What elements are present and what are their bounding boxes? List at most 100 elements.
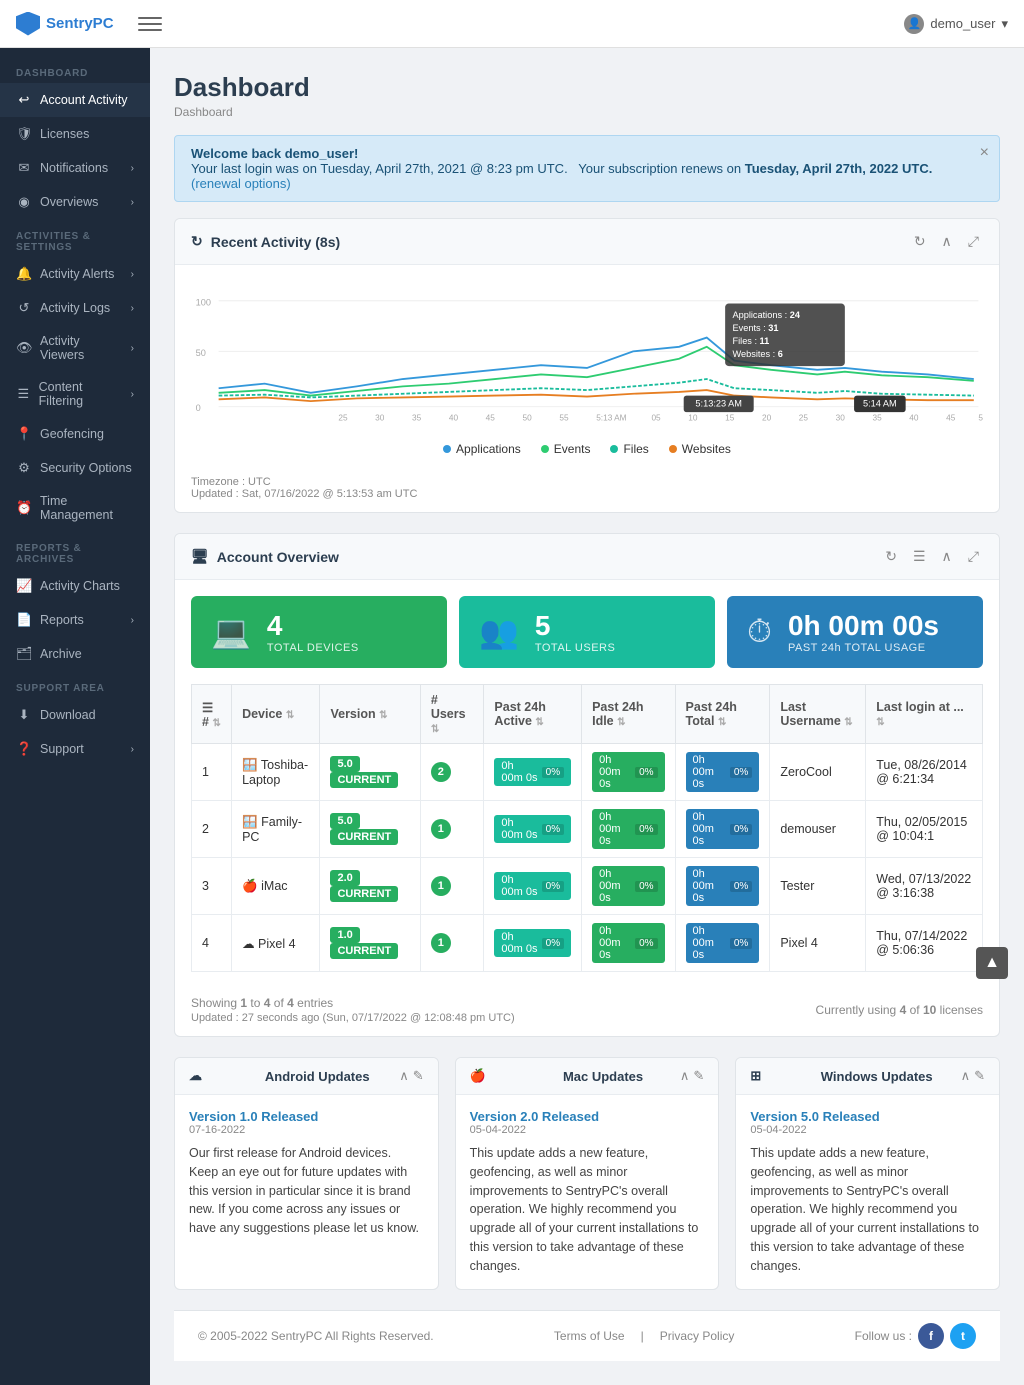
total-time-badge: 0h 00m 0s 0%: [686, 809, 760, 849]
activity-reports-icon: 📄: [16, 612, 32, 628]
sidebar-item-overviews[interactable]: ◉ Overviews ›: [0, 185, 150, 219]
collapse-button[interactable]: ∧: [938, 231, 956, 252]
cell-active: 0h 00m 0s 0%: [484, 744, 582, 801]
sidebar-item-activity-charts[interactable]: 📈 Activity Charts: [0, 569, 150, 603]
recent-activity-header: ↻ Recent Activity (8s) ↻ ∧ ⤢: [175, 219, 999, 265]
idle-time-badge: 0h 00m 0s 0%: [592, 809, 664, 849]
version-link[interactable]: Version 2.0 Released: [470, 1109, 705, 1124]
col-num[interactable]: ☰ # ⇅: [192, 685, 232, 744]
col-last-login[interactable]: Last login at ... ⇅: [866, 685, 983, 744]
overviews-icon: ◉: [16, 194, 32, 210]
col-idle[interactable]: Past 24h Idle ⇅: [582, 685, 675, 744]
os-icon: 🍎: [242, 879, 258, 893]
alert-close-button[interactable]: ×: [980, 144, 989, 162]
refresh-button[interactable]: ↻: [910, 231, 930, 252]
svg-text:40: 40: [449, 413, 459, 422]
update-title: Mac Updates: [563, 1069, 643, 1084]
sidebar-item-geofencing[interactable]: 📍 Geofencing: [0, 417, 150, 451]
user-menu[interactable]: 👤 demo_user ▾: [904, 14, 1008, 34]
col-last-user[interactable]: Last Username ⇅: [770, 685, 866, 744]
sidebar-item-notifications[interactable]: ✉ Notifications ›: [0, 151, 150, 185]
update-card-actions: ∧ ✎: [399, 1068, 423, 1084]
sidebar-item-label: Notifications: [40, 161, 108, 175]
sidebar-toggle-button[interactable]: [138, 12, 162, 36]
sidebar-item-security-options[interactable]: ⚙ Security Options: [0, 451, 150, 485]
footer-social: Follow us : f t: [855, 1323, 976, 1349]
legend-websites-label: Websites: [682, 442, 731, 456]
col-active[interactable]: Past 24h Active ⇅: [484, 685, 582, 744]
legend-applications: Applications: [443, 442, 521, 456]
privacy-link[interactable]: Privacy Policy: [660, 1329, 735, 1343]
active-pct: 0%: [542, 881, 564, 892]
cell-device: 🪟 Family-PC: [232, 801, 320, 858]
table-row: 4 ☁ Pixel 4 1.0 CURRENT 1 0h 00m 0s 0% 0…: [192, 915, 983, 972]
sidebar-item-activity-logs[interactable]: ↺ Activity Logs ›: [0, 291, 150, 325]
sidebar-item-licenses[interactable]: 🛡 Licenses: [0, 117, 150, 151]
sidebar-section-dashboard: DASHBOARD ↩ Account Activity 🛡 Licenses …: [0, 56, 150, 219]
list-view-button[interactable]: ☰: [909, 546, 930, 567]
applications-dot: [443, 445, 451, 453]
cell-last-login: Thu, 07/14/2022 @ 5:06:36: [866, 915, 983, 972]
edit-update-button[interactable]: ✎: [413, 1068, 424, 1084]
total-pct: 0%: [730, 824, 752, 835]
refresh-overview-button[interactable]: ↻: [881, 546, 901, 567]
update-card-header: ⊞ Windows Updates ∧ ✎: [736, 1058, 999, 1095]
collapse-overview-button[interactable]: ∧: [938, 546, 956, 567]
collapse-update-button[interactable]: ∧: [399, 1068, 409, 1084]
renewal-options-link[interactable]: (renewal options): [191, 176, 291, 191]
sidebar-item-support[interactable]: ❓ Support ›: [0, 732, 150, 766]
breadcrumb: Dashboard: [174, 105, 1000, 119]
sidebar-item-time-management[interactable]: ⏰ Time Management: [0, 485, 150, 531]
scroll-to-top-button[interactable]: ▲: [976, 947, 1008, 979]
active-time-badge: 0h 00m 0s 0%: [494, 929, 571, 957]
col-device[interactable]: Device ⇅: [232, 685, 320, 744]
twitter-button[interactable]: t: [950, 1323, 976, 1349]
active-pct: 0%: [542, 767, 564, 778]
support-icon: ❓: [16, 741, 32, 757]
sidebar-item-archive[interactable]: 🗂 Archive: [0, 637, 150, 671]
cell-num: 4: [192, 915, 232, 972]
col-version[interactable]: Version ⇅: [320, 685, 420, 744]
col-users[interactable]: # Users ⇅: [420, 685, 484, 744]
logo[interactable]: SentryPC: [16, 12, 114, 36]
svg-text:5:14 AM: 5:14 AM: [863, 399, 897, 409]
chevron-right-icon: ›: [131, 303, 134, 314]
activity-viewers-icon: 👁: [16, 340, 32, 356]
svg-text:30: 30: [836, 413, 846, 422]
total-usage-value: 0h 00m 00s: [788, 610, 939, 642]
sidebar-item-activity-alerts[interactable]: 🔔 Activity Alerts ›: [0, 257, 150, 291]
svg-text:35: 35: [412, 413, 422, 422]
edit-update-button[interactable]: ✎: [974, 1068, 985, 1084]
account-activity-icon: ↩: [16, 92, 32, 108]
licenses-icon: 🛡: [16, 126, 32, 142]
sidebar-item-activity-viewers[interactable]: 👁 Activity Viewers ›: [0, 325, 150, 371]
refresh-icon: ↻: [191, 233, 203, 250]
websites-dot: [669, 445, 677, 453]
sidebar-section-support: SUPPORT AREA ⬇ Download ❓ Support ›: [0, 671, 150, 766]
sidebar-item-account-activity[interactable]: ↩ Account Activity: [0, 83, 150, 117]
cell-idle: 0h 00m 0s 0%: [582, 801, 675, 858]
terms-link[interactable]: Terms of Use: [554, 1329, 625, 1343]
cell-users: 1: [420, 801, 484, 858]
version-link[interactable]: Version 5.0 Released: [750, 1109, 985, 1124]
sidebar-section-label-activities: ACTIVITIES & SETTINGS: [0, 219, 150, 257]
expand-button[interactable]: ⤢: [964, 231, 983, 252]
col-total[interactable]: Past 24h Total ⇅: [675, 685, 770, 744]
edit-update-button[interactable]: ✎: [693, 1068, 704, 1084]
expand-overview-button[interactable]: ⤢: [964, 546, 983, 567]
update-card-actions: ∧ ✎: [680, 1068, 704, 1084]
sidebar-item-reports[interactable]: 📄 Reports ›: [0, 603, 150, 637]
collapse-update-button[interactable]: ∧: [961, 1068, 971, 1084]
cell-users: 2: [420, 744, 484, 801]
sidebar-item-label: Licenses: [40, 127, 89, 141]
sidebar-item-content-filtering[interactable]: ☰ Content Filtering ›: [0, 371, 150, 417]
version-link[interactable]: Version 1.0 Released: [189, 1109, 424, 1124]
collapse-update-button[interactable]: ∧: [680, 1068, 690, 1084]
sidebar-item-download[interactable]: ⬇ Download: [0, 698, 150, 732]
svg-text:5:13:23 AM: 5:13:23 AM: [695, 399, 741, 409]
idle-time-badge: 0h 00m 0s 0%: [592, 752, 664, 792]
facebook-button[interactable]: f: [918, 1323, 944, 1349]
stat-box-content: 0h 00m 00s PAST 24h TOTAL USAGE: [788, 610, 939, 654]
total-devices-stat: 💻 4 TOTAL DEVICES: [191, 596, 447, 668]
cell-total: 0h 00m 0s 0%: [675, 915, 770, 972]
